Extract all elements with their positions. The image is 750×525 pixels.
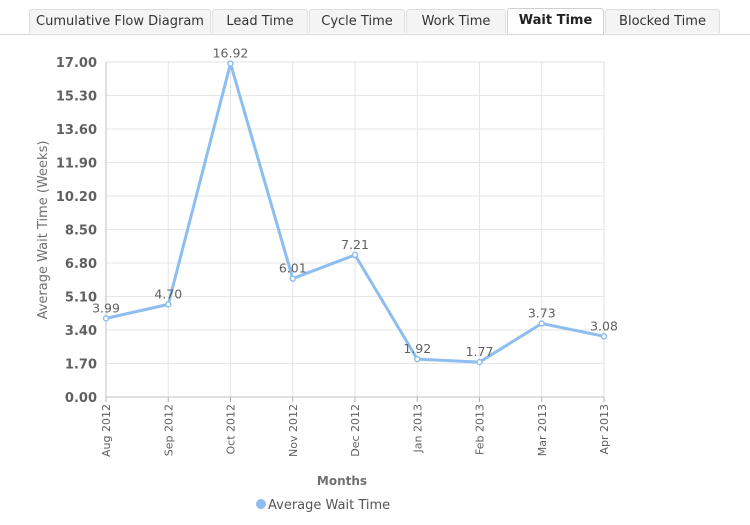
- data-point[interactable]: [476, 358, 483, 366]
- data-point[interactable]: [351, 251, 359, 259]
- x-tick-label: Aug 2012: [100, 404, 113, 457]
- data-label: 4.70: [154, 286, 182, 301]
- data-label: 7.21: [341, 237, 369, 252]
- y-tick-label: 15.30: [56, 90, 97, 105]
- data-label: 1.92: [403, 341, 431, 356]
- data-point[interactable]: [227, 60, 234, 67]
- x-tick-label: Sep 2012: [162, 404, 175, 456]
- x-tick-label: Dec 2012: [349, 404, 362, 457]
- x-axis-ticks: Aug 2012 Sep 2012 Oct 2012 Nov 2012 Dec 2012…: [100, 404, 611, 457]
- x-tick-label: Oct 2012: [225, 404, 238, 455]
- y-tick-label: 6.80: [65, 257, 97, 272]
- data-label: 3.73: [528, 305, 556, 320]
- chart-grid: [105, 61, 605, 398]
- data-point[interactable]: [538, 320, 545, 327]
- legend[interactable]: Average Wait Time: [256, 498, 390, 513]
- y-tick-label: 3.40: [65, 324, 97, 339]
- data-label: 16.92: [213, 46, 249, 61]
- x-tick-label: Mar 2013: [536, 404, 549, 456]
- x-axis-title: Months: [317, 474, 367, 488]
- y-tick-label: 8.50: [65, 224, 97, 239]
- y-axis-title: Average Wait Time (Weeks): [36, 141, 51, 320]
- data-label: 3.99: [92, 300, 120, 315]
- data-point[interactable]: [102, 315, 110, 322]
- y-tick-label: 10.20: [56, 190, 97, 205]
- y-tick-label: 13.60: [56, 123, 97, 138]
- y-tick-label: 11.90: [56, 157, 97, 172]
- data-point[interactable]: [414, 355, 421, 363]
- y-tick-label: 1.70: [65, 358, 97, 373]
- data-label: 3.08: [590, 318, 618, 333]
- legend-marker: [256, 499, 266, 509]
- x-tick-label: Nov 2012: [287, 404, 300, 457]
- data-point[interactable]: [600, 333, 608, 340]
- y-tick-label: 0.00: [65, 391, 97, 406]
- wait-time-chart: 0.001.703.405.106.808.5010.2011.9013.601…: [36, 46, 618, 513]
- data-point[interactable]: [165, 301, 172, 308]
- x-tick-label: Apr 2013: [598, 404, 611, 455]
- data-point[interactable]: [289, 275, 296, 282]
- x-tick-label: Jan 2013: [411, 404, 424, 453]
- data-label: 1.77: [466, 344, 494, 359]
- x-tick-label: Feb 2013: [474, 404, 487, 455]
- legend-label: Average Wait Time: [268, 498, 390, 513]
- data-label: 6.01: [279, 261, 307, 276]
- y-axis-ticks: 0.001.703.405.106.808.5010.2011.9013.601…: [56, 56, 97, 406]
- y-tick-label: 17.00: [56, 56, 97, 71]
